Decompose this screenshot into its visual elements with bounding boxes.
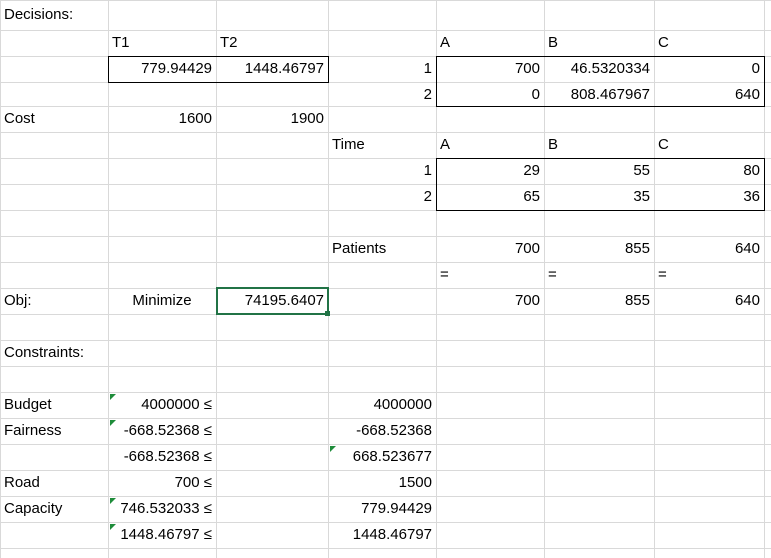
time-label[interactable]: Time xyxy=(328,132,436,158)
alloc-cell[interactable]: 46.5320334 xyxy=(544,56,654,82)
alloc-header-c[interactable]: C xyxy=(654,30,764,56)
leq-sign: ≤ xyxy=(203,422,212,439)
time-row-id[interactable]: 1 xyxy=(328,158,436,184)
constraint-lhs[interactable]: -668.52368 ≤ xyxy=(108,444,216,470)
constraint-lhs[interactable]: 700 ≤ xyxy=(108,470,216,496)
time-cell[interactable]: 55 xyxy=(544,158,654,184)
constraint-lhs[interactable]: 1448.46797 ≤ xyxy=(108,522,216,548)
minimize-label[interactable]: Minimize xyxy=(108,288,216,314)
alloc-cell[interactable]: 640 xyxy=(654,82,764,108)
patients-computed[interactable]: 855 xyxy=(544,236,654,262)
constraint-label[interactable] xyxy=(0,522,108,548)
constraint-label[interactable]: Capacity xyxy=(0,496,108,522)
formula-marker-icon xyxy=(110,524,116,530)
cost-label[interactable]: Cost xyxy=(0,106,108,132)
formula-marker-icon xyxy=(330,446,336,452)
header-t1[interactable]: T1 xyxy=(108,30,216,56)
fill-handle[interactable] xyxy=(325,311,330,316)
time-header-b[interactable]: B xyxy=(544,132,654,158)
time-cell[interactable]: 36 xyxy=(654,184,764,210)
formula-marker-icon xyxy=(110,420,116,426)
leq-sign: ≤ xyxy=(203,474,212,491)
patients-computed[interactable]: 640 xyxy=(654,236,764,262)
constraint-rhs[interactable]: 1500 xyxy=(328,470,436,496)
gridline xyxy=(0,210,771,211)
constraint-label[interactable]: Road xyxy=(0,470,108,496)
obj-label[interactable]: Obj: xyxy=(0,288,108,314)
alloc-header-b[interactable]: B xyxy=(544,30,654,56)
decision-t1-value[interactable]: 779.94429 xyxy=(108,56,216,82)
constraint-label[interactable]: Fairness xyxy=(0,418,108,444)
leq-sign: ≤ xyxy=(203,500,212,517)
constraint-rhs[interactable]: 4000000 xyxy=(328,392,436,418)
leq-sign: ≤ xyxy=(203,396,212,413)
patients-computed[interactable]: 700 xyxy=(436,236,544,262)
time-cell[interactable]: 35 xyxy=(544,184,654,210)
time-header-a[interactable]: A xyxy=(436,132,544,158)
decisions-label[interactable]: Decisions: xyxy=(0,2,108,28)
formula-marker-icon xyxy=(110,394,116,400)
patients-label[interactable]: Patients xyxy=(328,236,436,262)
alloc-row-id[interactable]: 1 xyxy=(328,56,436,82)
gridline xyxy=(764,0,765,558)
equals-sign[interactable]: = xyxy=(436,262,544,288)
time-header-c[interactable]: C xyxy=(654,132,764,158)
constraints-label[interactable]: Constraints: xyxy=(0,340,108,366)
decision-t2-value[interactable]: 1448.46797 xyxy=(216,56,328,82)
patients-required[interactable]: 855 xyxy=(544,288,654,314)
constraint-lhs[interactable]: 4000000 ≤ xyxy=(108,392,216,418)
constraint-rhs[interactable]: 1448.46797 xyxy=(328,522,436,548)
constraint-label[interactable]: Budget xyxy=(0,392,108,418)
time-row-id[interactable]: 2 xyxy=(328,184,436,210)
leq-sign: ≤ xyxy=(203,526,212,543)
gridline xyxy=(0,548,771,549)
cost-t2[interactable]: 1900 xyxy=(216,106,328,132)
patients-required[interactable]: 640 xyxy=(654,288,764,314)
time-cell[interactable]: 29 xyxy=(436,158,544,184)
constraint-rhs[interactable]: 779.94429 xyxy=(328,496,436,522)
alloc-row-id[interactable]: 2 xyxy=(328,82,436,108)
gridline xyxy=(0,314,771,315)
alloc-cell[interactable]: 808.467967 xyxy=(544,82,654,108)
alloc-cell[interactable]: 0 xyxy=(436,82,544,108)
alloc-cell[interactable]: 700 xyxy=(436,56,544,82)
gridline xyxy=(216,0,217,558)
equals-sign[interactable]: = xyxy=(654,262,764,288)
gridline xyxy=(0,0,771,1)
cost-t1[interactable]: 1600 xyxy=(108,106,216,132)
header-t2[interactable]: T2 xyxy=(216,30,328,56)
time-cell[interactable]: 65 xyxy=(436,184,544,210)
alloc-header-a[interactable]: A xyxy=(436,30,544,56)
gridline xyxy=(0,340,771,341)
constraint-label[interactable] xyxy=(0,444,108,470)
alloc-cell[interactable]: 0 xyxy=(654,56,764,82)
leq-sign: ≤ xyxy=(203,448,212,465)
time-cell[interactable]: 80 xyxy=(654,158,764,184)
constraint-lhs[interactable]: 746.532033 ≤ xyxy=(108,496,216,522)
constraint-lhs[interactable]: -668.52368 ≤ xyxy=(108,418,216,444)
gridline xyxy=(0,366,771,367)
patients-required[interactable]: 700 xyxy=(436,288,544,314)
equals-sign[interactable]: = xyxy=(544,262,654,288)
constraint-rhs[interactable]: 668.523677 xyxy=(328,444,436,470)
selected-cell-outline xyxy=(216,287,329,315)
constraint-rhs[interactable]: -668.52368 xyxy=(328,418,436,444)
formula-marker-icon xyxy=(110,498,116,504)
